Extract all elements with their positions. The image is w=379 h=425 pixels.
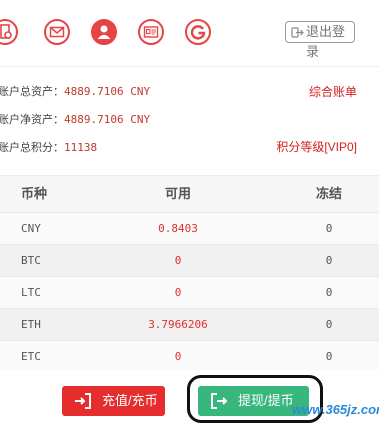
row-frozen: 0 [325, 350, 333, 363]
total-points-row: 账户总积分：11138 [0, 139, 97, 155]
points-level-link[interactable]: 积分等级[VIP0] [276, 138, 357, 155]
deposit-button[interactable]: 充值/充币 [62, 386, 165, 416]
logout-icon [291, 27, 304, 38]
logout-label: 退出登录 [306, 24, 346, 59]
table-row: ETH 3.7966206 0 [0, 308, 379, 341]
row-currency: BTC [21, 254, 41, 267]
table-row: LTC 0 0 [0, 276, 379, 309]
user-icon[interactable] [91, 19, 117, 45]
document-settings-icon[interactable] [0, 19, 18, 45]
id-card-icon[interactable] [138, 19, 164, 45]
top-icon-bar: 退出登录 [0, 0, 379, 67]
balance-table: 币种 可用 冻结 CNY 0.8403 0 BTC 0 0 LTC 0 0 ET… [0, 175, 379, 373]
row-currency: LTC [21, 286, 41, 299]
row-currency: ETC [21, 350, 41, 363]
row-available: 3.7966206 [148, 318, 208, 331]
row-available: 0.8403 [158, 222, 198, 235]
net-assets-value: 4889.7106 CNY [64, 113, 151, 126]
mail-icon[interactable] [44, 19, 70, 45]
header-available: 可用 [164, 186, 191, 201]
deposit-label: 充值/充币 [102, 393, 158, 408]
table-row: ETC 0 0 [0, 340, 379, 373]
header-currency: 币种 [21, 186, 48, 201]
row-currency: ETH [21, 318, 41, 331]
total-points-label: 账户总积分： [0, 141, 64, 154]
watermark: www.365jz.com [292, 402, 379, 417]
row-frozen: 0 [325, 318, 333, 331]
table-row: BTC 0 0 [0, 244, 379, 277]
table-header: 币种 可用 冻结 [0, 175, 379, 212]
overview-bill-link[interactable]: 综合账单 [309, 83, 357, 100]
total-assets-row: 账户总资产：4889.7106 CNY [0, 83, 150, 99]
login-arrow-icon [75, 393, 91, 409]
google-icon[interactable] [185, 19, 211, 45]
logout-button[interactable]: 退出登录 [285, 21, 355, 59]
header-frozen: 冻结 [315, 186, 342, 201]
row-frozen: 0 [325, 254, 333, 267]
row-frozen: 0 [325, 222, 333, 235]
total-points-value: 11138 [64, 141, 98, 154]
account-summary: 账户总资产：4889.7106 CNY 账户净资产：4889.7106 CNY … [0, 67, 379, 173]
row-available: 0 [174, 286, 182, 299]
total-assets-value: 4889.7106 CNY [64, 85, 151, 98]
row-frozen: 0 [325, 286, 333, 299]
net-assets-label: 账户净资产： [0, 113, 64, 126]
row-currency: CNY [21, 222, 41, 235]
net-assets-row: 账户净资产：4889.7106 CNY [0, 111, 150, 127]
total-assets-label: 账户总资产： [0, 85, 64, 98]
row-available: 0 [174, 254, 182, 267]
row-available: 0 [174, 350, 182, 363]
table-row: CNY 0.8403 0 [0, 212, 379, 245]
